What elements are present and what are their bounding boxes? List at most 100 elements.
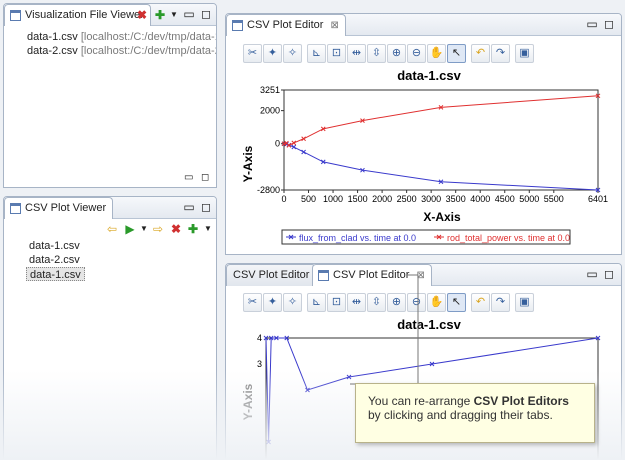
tab-csv-plot-viewer[interactable]: CSV Plot Viewer bbox=[4, 197, 114, 219]
add-point-icon[interactable]: ✦ bbox=[263, 44, 282, 63]
move-point-icon[interactable]: ✧ bbox=[283, 293, 302, 312]
zoom-box-icon[interactable]: ⊡ bbox=[327, 44, 346, 63]
minimize-icon[interactable]: ▭ bbox=[184, 172, 193, 183]
y-tick-label: 0 bbox=[275, 139, 280, 149]
tab-csv-plot-editor-2[interactable]: CSV Plot Editor ⊠ bbox=[312, 264, 432, 286]
tab-csv-plot-editor-1[interactable]: CSV Plot Editor bbox=[226, 264, 317, 286]
arrow-left-icon[interactable]: ⇦ bbox=[104, 221, 120, 237]
file-viewer-panel: Visualization File Viewer ✖ ✚ ▼ ▭ ◻ data… bbox=[3, 3, 217, 188]
x-tick-label: 4500 bbox=[495, 194, 515, 204]
zoom-in-icon[interactable]: ⊕ bbox=[387, 293, 406, 312]
arrow-right-icon[interactable]: ⇨ bbox=[150, 221, 166, 237]
configure-icon[interactable]: ✂ bbox=[243, 44, 262, 63]
x-tick-label: 6401 bbox=[588, 194, 608, 204]
plot-viewer-tabbar: CSV Plot Viewer ▭ ◻ bbox=[4, 197, 216, 219]
tooltip-text-2: by clicking and dragging their tabs. bbox=[368, 408, 553, 422]
pointer-icon[interactable]: ↖ bbox=[447, 293, 466, 312]
tooltip-text: You can re-arrange bbox=[368, 394, 474, 408]
zoom-box-icon[interactable]: ⊡ bbox=[327, 293, 346, 312]
delete-icon[interactable]: ✖ bbox=[168, 221, 184, 237]
list-item[interactable]: data-1.csv [localhost:/C:/dev/tmp/data-1… bbox=[24, 30, 216, 44]
zoom-horizontal-icon[interactable]: ⇹ bbox=[347, 293, 366, 312]
view-icon bbox=[318, 270, 329, 281]
maximize-icon[interactable]: ◻ bbox=[198, 6, 214, 22]
editor-bottom-tabbar: CSV Plot Editor CSV Plot Editor ⊠ ▭ ◻ bbox=[226, 264, 621, 286]
minimize-icon[interactable]: ▭ bbox=[584, 16, 600, 32]
list-item[interactable]: data-2.csv [localhost:/C:/dev/tmp/data-2… bbox=[24, 44, 216, 58]
snapshot-icon[interactable]: ▣ bbox=[515, 44, 534, 63]
editor-top-tabbar: CSV Plot Editor ⊠ ▭ ◻ bbox=[226, 14, 621, 36]
x-tick-label: 500 bbox=[301, 194, 316, 204]
zoom-out-icon[interactable]: ⊖ bbox=[407, 44, 426, 63]
x-tick-label: 3500 bbox=[446, 194, 466, 204]
maximize-icon[interactable]: ◻ bbox=[601, 266, 617, 282]
pan-hand-icon[interactable]: ✋ bbox=[427, 293, 446, 312]
redo-icon[interactable]: ↷ bbox=[491, 44, 510, 63]
list-item-selected[interactable]: data-1.csv bbox=[26, 267, 85, 281]
maximize-icon[interactable]: ◻ bbox=[201, 172, 209, 183]
undo-icon[interactable]: ↶ bbox=[471, 293, 490, 312]
maximize-icon[interactable]: ◻ bbox=[198, 199, 214, 215]
zoom-in-icon[interactable]: ⊕ bbox=[387, 44, 406, 63]
x-tick-label: 3000 bbox=[421, 194, 441, 204]
view-icon bbox=[10, 203, 21, 214]
configure-icon[interactable]: ✂ bbox=[243, 293, 262, 312]
tab-label: CSV Plot Viewer bbox=[25, 202, 107, 214]
close-icon[interactable]: ⊠ bbox=[416, 270, 424, 281]
add-icon[interactable]: ✚ bbox=[185, 221, 201, 237]
tab-label: CSV Plot Editor bbox=[247, 19, 324, 31]
minimize-icon[interactable]: ▭ bbox=[584, 266, 600, 282]
plot-area: 325120000-28000 500 1000 1500 2000 2500 3000 35… bbox=[257, 85, 608, 204]
tab-label: Visualization File Viewer bbox=[25, 9, 144, 21]
chevron-down-icon[interactable]: ▼ bbox=[166, 7, 182, 23]
plot-editor-top: CSV Plot Editor ⊠ ▭ ◻ ✂ ✦ ✧ ⊾ ⊡ ⇹ ⇳ ⊕ ⊖ ✋ ↖ ↶ ↷ ▣ dat… bbox=[225, 13, 622, 255]
view-icon bbox=[232, 20, 243, 31]
plot-toolbar: ✂ ✦ ✧ ⊾ ⊡ ⇹ ⇳ ⊕ ⊖ ✋ ↖ ↶ ↷ ▣ bbox=[243, 44, 535, 64]
y-tick-label: 4 bbox=[257, 333, 262, 343]
x-tick-label: 5500 bbox=[544, 194, 564, 204]
legend-entry: flux_from_clad vs. time at 0.0 bbox=[299, 233, 416, 243]
snapshot-icon[interactable]: ▣ bbox=[515, 293, 534, 312]
add-point-icon[interactable]: ✦ bbox=[263, 293, 282, 312]
axis-icon[interactable]: ⊾ bbox=[307, 44, 326, 63]
y-axis-label: Y-Axis bbox=[241, 145, 255, 182]
axis-icon[interactable]: ⊾ bbox=[307, 293, 326, 312]
close-icon[interactable]: ⊠ bbox=[330, 20, 338, 31]
view-icon bbox=[10, 10, 21, 21]
minimize-icon[interactable]: ▭ bbox=[181, 199, 197, 215]
zoom-vertical-icon[interactable]: ⇳ bbox=[367, 293, 386, 312]
y-tick-label: 3 bbox=[257, 359, 262, 369]
plot-toolbar: ✂ ✦ ✧ ⊾ ⊡ ⇹ ⇳ ⊕ ⊖ ✋ ↖ ↶ ↷ ▣ bbox=[243, 293, 535, 313]
pan-hand-icon[interactable]: ✋ bbox=[427, 44, 446, 63]
redo-icon[interactable]: ↷ bbox=[491, 293, 510, 312]
delete-icon[interactable]: ✖ bbox=[134, 7, 150, 23]
minimize-icon[interactable]: ▭ bbox=[181, 6, 197, 22]
maximize-icon[interactable]: ◻ bbox=[601, 16, 617, 32]
list-item[interactable]: data-2.csv bbox=[26, 253, 85, 267]
legend-entry: rod_total_power vs. time at 0.0 bbox=[447, 233, 570, 243]
pointer-icon[interactable]: ↖ bbox=[447, 44, 466, 63]
legend: flux_from_clad vs. time at 0.0 rod_total_… bbox=[281, 229, 571, 245]
tab-visualization-file-viewer[interactable]: Visualization File Viewer bbox=[4, 4, 151, 26]
y-axis-label: Y-Axis bbox=[241, 383, 255, 420]
y-tick-label: 2000 bbox=[260, 106, 280, 116]
tab-csv-plot-editor[interactable]: CSV Plot Editor ⊠ bbox=[226, 14, 346, 36]
zoom-horizontal-icon[interactable]: ⇹ bbox=[347, 44, 366, 63]
tooltip-bold-text: CSV Plot Editors bbox=[473, 394, 569, 408]
zoom-out-icon[interactable]: ⊖ bbox=[407, 293, 426, 312]
move-point-icon[interactable]: ✧ bbox=[283, 44, 302, 63]
plot-viewer-panel: CSV Plot Viewer ▭ ◻ ⇦ ▶ ▼ ⇨ ✖ ✚ ▼ data-1… bbox=[3, 196, 217, 460]
tab-label: CSV Plot Editor bbox=[333, 269, 410, 281]
plot-list: data-1.csv data-2.csv data-1.csv bbox=[26, 239, 85, 281]
x-tick-label: 0 bbox=[281, 194, 286, 204]
list-item[interactable]: data-1.csv bbox=[26, 239, 85, 253]
y-tick-label: -2800 bbox=[257, 185, 280, 195]
tooltip-callout: You can re-arrange CSV Plot Editors by c… bbox=[355, 383, 595, 443]
undo-icon[interactable]: ↶ bbox=[471, 44, 490, 63]
chevron-down-icon[interactable]: ▼ bbox=[200, 221, 216, 237]
zoom-vertical-icon[interactable]: ⇳ bbox=[367, 44, 386, 63]
file-viewer-tabbar: Visualization File Viewer ✖ ✚ ▼ ▭ ◻ bbox=[4, 4, 216, 26]
plot-frame bbox=[283, 89, 599, 191]
chart-top: data-1.csv Y-Axis X-Axis 325120000-28000… bbox=[241, 68, 608, 245]
x-tick-label: 2500 bbox=[397, 194, 417, 204]
